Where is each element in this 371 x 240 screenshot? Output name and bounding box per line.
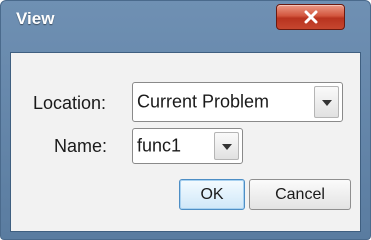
name-dropdown-arrow[interactable]	[214, 132, 239, 160]
cancel-button[interactable]: Cancel	[249, 179, 351, 210]
dialog-title: View	[16, 9, 55, 28]
close-icon	[304, 10, 318, 24]
location-dropdown-arrow[interactable]	[314, 86, 339, 118]
name-label: Name:	[54, 136, 108, 156]
dialog-body: Location: Current Problem Name: func1 OK…	[10, 52, 361, 232]
ok-button[interactable]: OK	[179, 179, 245, 210]
close-button[interactable]	[276, 4, 345, 30]
name-dropdown[interactable]: func1	[132, 128, 243, 164]
location-dropdown[interactable]: Current Problem	[132, 82, 343, 122]
title-bar[interactable]: View	[1, 1, 370, 51]
view-dialog: View Location: Current Problem Name: fun…	[0, 0, 371, 240]
location-value: Current Problem	[137, 91, 270, 112]
chevron-down-icon	[221, 137, 232, 155]
location-label: Location:	[33, 93, 107, 113]
name-value: func1	[137, 135, 182, 156]
chevron-down-icon	[321, 93, 332, 111]
